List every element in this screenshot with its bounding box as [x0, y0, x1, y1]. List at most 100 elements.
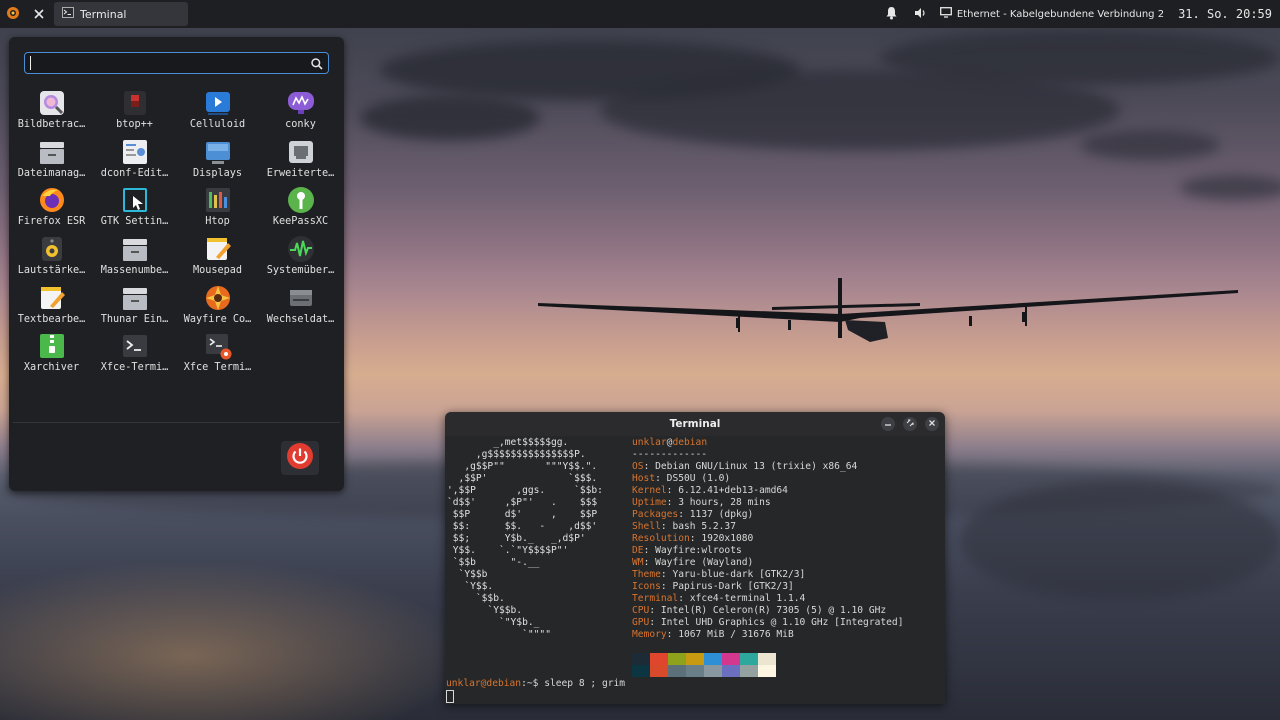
info-row: GPU: Intel UHD Graphics @ 1.10 GHz [Inte… [632, 617, 903, 629]
color-swatch [704, 653, 722, 665]
app-tile-xarchiver[interactable]: Xarchiver [10, 332, 93, 381]
app-tile-dconf-editor[interactable]: dconf-Edit… [93, 138, 176, 187]
app-label: Lautstärke… [17, 265, 86, 277]
close-window-button[interactable] [26, 0, 52, 28]
app-tile-bildbetrachter[interactable]: Bildbetrac… [10, 89, 93, 138]
hostname: debian [672, 437, 708, 448]
app-tile-wayfire-config[interactable]: Wayfire Co… [176, 284, 259, 333]
info-row: Icons: Papirus-Dark [GTK2/3] [632, 581, 903, 593]
app-tile-textbearbeitung[interactable]: Textbearbe… [10, 284, 93, 333]
close-icon [33, 5, 45, 24]
app-tile-mousepad[interactable]: Mousepad [176, 235, 259, 284]
info-colon: : [643, 557, 656, 568]
app-tile-gtk-settings[interactable]: GTK Settin… [93, 186, 176, 235]
app-label: Wechseldat… [266, 313, 335, 325]
color-swatch [722, 665, 740, 677]
debian-ascii-logo: _,met$$$$$gg. ,g$$$$$$$$$$$$$$$P. ,g$$P"… [447, 437, 603, 640]
info-colon: : [666, 485, 679, 496]
app-tile-massenumbenennung[interactable]: Massenumbe… [93, 235, 176, 284]
image-viewer-icon [38, 89, 66, 117]
search-icon[interactable] [310, 56, 324, 70]
info-key: Resolution [632, 533, 690, 544]
taskbar-item-terminal[interactable]: Terminal [54, 2, 188, 26]
app-tile-thunar-einstellungen[interactable]: Thunar Ein… [93, 284, 176, 333]
prompt-path: :~$ [521, 678, 545, 689]
video-player-icon [204, 89, 232, 117]
notifications-button[interactable] [885, 6, 898, 23]
minimize-button[interactable] [881, 417, 895, 431]
speaker-icon [914, 7, 928, 22]
info-colon: : [660, 581, 673, 592]
power-icon [286, 442, 314, 474]
app-tile-displays[interactable]: Displays [176, 138, 259, 187]
info-key: OS [632, 461, 644, 472]
app-tile-xfce-terminal-settings[interactable]: Xfce Termi… [176, 332, 259, 381]
app-label: Wayfire Co… [183, 313, 252, 325]
info-colon: : [666, 629, 679, 640]
info-value: bash 5.2.37 [672, 521, 736, 532]
info-key: DE [632, 545, 644, 556]
app-tile-xfce-terminal[interactable]: Xfce-Termi… [93, 332, 176, 381]
app-tile-btop[interactable]: btop++ [93, 89, 176, 138]
system-tray: Ethernet - Kabelgebundene Verbindung 2 3… [885, 0, 1272, 28]
app-tile-firefox-esr[interactable]: Firefox ESR [10, 186, 93, 235]
volume-button[interactable] [914, 7, 928, 22]
color-swatch [632, 653, 650, 665]
app-label: Erweiterte… [266, 167, 335, 179]
network-label: Ethernet - Kabelgebundene Verbindung 2 [956, 8, 1165, 20]
power-button[interactable] [281, 441, 319, 475]
info-row: Resolution: 1920x1080 [632, 533, 903, 545]
maximize-button[interactable] [903, 417, 917, 431]
app-tile-celluloid[interactable]: Celluloid [176, 89, 259, 138]
info-value: Yaru-blue-dark [GTK2/3] [672, 569, 806, 580]
app-tile-htop[interactable]: Htop [176, 186, 259, 235]
info-value: DS50U (1.0) [666, 473, 731, 484]
btop-icon [121, 89, 149, 117]
app-menu-button[interactable] [0, 0, 26, 28]
text-editor-icon [204, 235, 232, 263]
archive-manager-icon [38, 332, 66, 360]
info-row: CPU: Intel(R) Celeron(R) 7305 (5) @ 1.10… [632, 605, 903, 617]
info-colon: : [643, 461, 656, 472]
app-tile-conky[interactable]: conky [259, 89, 342, 138]
app-tile-erweiterte-netzwerkeinstellungen[interactable]: Erweiterte… [259, 138, 342, 187]
info-colon: : [649, 617, 661, 628]
app-label: Htop [205, 216, 230, 228]
keepassxc-icon [287, 186, 315, 214]
app-label: GTK Settin… [100, 216, 169, 228]
network-indicator[interactable]: Ethernet - Kabelgebundene Verbindung 2 [939, 7, 1165, 21]
monitor-icon [939, 7, 952, 21]
search-input[interactable] [24, 52, 329, 74]
app-tile-lautstaerke[interactable]: Lautstärke… [10, 235, 93, 284]
clock[interactable]: 31. So. 20:59 [1178, 7, 1272, 21]
color-swatch [704, 665, 722, 677]
info-colon: : [660, 521, 673, 532]
close-button[interactable] [925, 417, 939, 431]
info-row: Memory: 1067 MiB / 31676 MiB [632, 629, 903, 641]
info-colon: : [678, 593, 690, 604]
app-label: Dateimanag… [17, 167, 86, 179]
text-editor-icon [38, 284, 66, 312]
info-key: CPU [632, 605, 650, 616]
bell-icon [885, 6, 898, 23]
info-value: Wayfire (Wayland) [655, 557, 754, 568]
info-value: 6.12.41+deb13-amd64 [678, 485, 788, 496]
color-swatch [722, 653, 740, 665]
window-title: Terminal [669, 418, 721, 430]
terminal-title-bar[interactable]: Terminal [445, 412, 945, 436]
text-caret [30, 56, 31, 70]
app-label: Xfce Termi… [183, 362, 252, 374]
info-row: Terminal: xfce4-terminal 1.1.4 [632, 593, 903, 605]
info-row: WM: Wayfire (Wayland) [632, 557, 903, 569]
app-label: Systemüber… [266, 265, 335, 277]
app-tile-keepassxc[interactable]: KeePassXC [259, 186, 342, 235]
color-swatch [686, 665, 704, 677]
info-row: Theme: Yaru-blue-dark [GTK2/3] [632, 569, 903, 581]
app-tile-wechseldatentraeger[interactable]: Wechseldat… [259, 284, 342, 333]
color-swatch [758, 653, 776, 665]
terminal-content[interactable]: _,met$$$$$gg. ,g$$$$$$$$$$$$$$$P. ,g$$P"… [445, 436, 945, 704]
app-tile-systemueberwachung[interactable]: Systemüber… [259, 235, 342, 284]
info-key: Icons [632, 581, 661, 592]
color-swatch [758, 665, 776, 677]
app-tile-dateimanager[interactable]: Dateimanag… [10, 138, 93, 187]
